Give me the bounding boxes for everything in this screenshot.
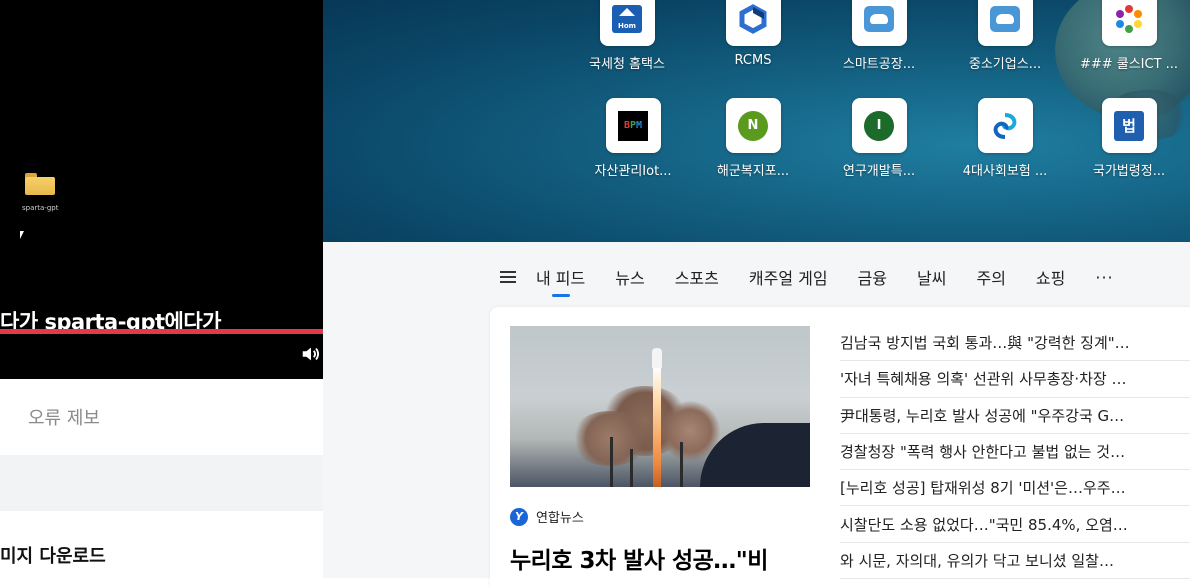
quick-link-cools-ict[interactable]: ### 쿨스ICT ... bbox=[1069, 0, 1189, 72]
tab-caution[interactable]: 주의 bbox=[976, 265, 1005, 289]
quick-link-rnd[interactable]: I 연구개발특... bbox=[819, 98, 939, 179]
tab-casual-games[interactable]: 캐주얼 게임 bbox=[749, 265, 828, 289]
headline-list: 김남국 방지법 국회 통과…與 "강력한 징계"… '자녀 특혜채용 의혹' 선… bbox=[840, 325, 1190, 580]
quick-link-label: 연구개발특... bbox=[842, 164, 916, 179]
news-source[interactable]: Y 연합뉴스 bbox=[510, 507, 584, 526]
tab-my-feed[interactable]: 내 피드 bbox=[536, 265, 585, 297]
cloud-icon bbox=[990, 5, 1020, 32]
hamburger-menu-icon[interactable] bbox=[500, 271, 516, 283]
quick-link-smart-factory[interactable]: 스마트공장... bbox=[819, 0, 939, 72]
i-circle-icon: I bbox=[864, 110, 894, 141]
list-item[interactable]: 경찰청장 "폭력 행사 안한다고 불법 없는 것… bbox=[840, 434, 1190, 471]
hometax-icon: Hom bbox=[612, 4, 642, 33]
more-tabs-button[interactable]: ··· bbox=[1095, 268, 1113, 287]
bpm-icon: BPM bbox=[618, 110, 648, 141]
list-item[interactable]: 시찰단도 소용 없었다…"국민 85.4%, 오염… bbox=[840, 506, 1190, 543]
video-progress-bar[interactable] bbox=[0, 329, 323, 334]
quick-link-rcms[interactable]: RCMS bbox=[693, 0, 813, 68]
news-card: Y 연합뉴스 누리호 3차 발사 성공…"비 김남국 방지법 국회 통과…與 "… bbox=[490, 307, 1190, 587]
yonhap-logo-icon: Y bbox=[510, 507, 528, 526]
list-item[interactable]: 김남국 방지법 국회 통과…與 "강력한 징계"… bbox=[840, 325, 1190, 362]
cloud-icon bbox=[864, 5, 894, 32]
tab-news[interactable]: 뉴스 bbox=[615, 265, 644, 289]
quick-link-label: 중소기업스... bbox=[968, 57, 1042, 72]
source-name: 연합뉴스 bbox=[536, 511, 584, 526]
error-report-link[interactable]: 오류 제보 bbox=[28, 404, 100, 430]
list-item[interactable]: 尹대통령, 누리호 발사 성공에 "우주강국 G… bbox=[840, 398, 1190, 434]
quick-link-label: 4대사회보험 ... bbox=[962, 164, 1048, 179]
feature-headline[interactable]: 누리호 3차 발사 성공…"비 bbox=[510, 541, 768, 575]
quick-link-navy-welfare[interactable]: N 해군복지포... bbox=[693, 98, 813, 179]
swirl-icon bbox=[993, 112, 1017, 139]
feed-nav-bar: 내 피드 뉴스 스포츠 캐주얼 게임 금융 날씨 주의 쇼핑 ··· bbox=[500, 262, 1114, 297]
quick-link-hometax[interactable]: Hom 국세청 홈택스 bbox=[567, 0, 687, 72]
quick-link-label: ### 쿨스ICT ... bbox=[1079, 57, 1179, 72]
color-wheel-icon bbox=[1116, 4, 1142, 33]
quick-link-label: 자산관리Iot... bbox=[594, 164, 672, 179]
quick-link-sme[interactable]: 중소기업스... bbox=[945, 0, 1065, 72]
tab-sports[interactable]: 스포츠 bbox=[675, 265, 719, 289]
list-item[interactable]: '자녀 특혜채용 의혹' 선관위 사무총장·차장 … bbox=[840, 361, 1190, 398]
rocket-launch-image[interactable] bbox=[510, 326, 810, 487]
law-icon: 법 bbox=[1114, 110, 1144, 141]
list-item[interactable]: 와 시문, 자의대, 유의가 닥고 보니셨 일찰… bbox=[840, 543, 1190, 580]
grey-separator bbox=[0, 455, 323, 511]
quick-link-label: 스마트공장... bbox=[842, 57, 916, 72]
tab-shopping[interactable]: 쇼핑 bbox=[1036, 265, 1065, 289]
left-panel: sparta-gpt 다가 sparta-gpt에다가 오류 제보 미지 다운로… bbox=[0, 0, 323, 578]
tab-finance[interactable]: 금융 bbox=[858, 265, 887, 289]
quick-link-social-insurance[interactable]: 4대사회보험 ... bbox=[945, 98, 1065, 179]
rcms-hexagon-icon bbox=[739, 3, 767, 34]
quick-link-label: 해군복지포... bbox=[716, 164, 790, 179]
mouse-cursor-icon bbox=[20, 231, 24, 239]
quick-link-national-law[interactable]: 법 국가법령정... bbox=[1069, 98, 1189, 179]
n-circle-icon: N bbox=[738, 110, 768, 141]
quick-link-label: 국세청 홈택스 bbox=[589, 57, 665, 72]
quick-link-asset-iot[interactable]: BPM 자산관리Iot... bbox=[573, 98, 693, 179]
volume-icon[interactable] bbox=[300, 343, 322, 365]
folder-icon bbox=[25, 173, 55, 195]
quick-link-label: 국가법령정... bbox=[1092, 164, 1166, 179]
desktop-folder-shortcut[interactable]: sparta-gpt bbox=[22, 173, 58, 212]
tab-weather[interactable]: 날씨 bbox=[917, 265, 946, 289]
video-player[interactable]: sparta-gpt 다가 sparta-gpt에다가 bbox=[0, 0, 323, 379]
image-download-heading[interactable]: 미지 다운로드 bbox=[0, 542, 106, 568]
quick-link-label: RCMS bbox=[734, 53, 772, 68]
desktop-icon-label: sparta-gpt bbox=[22, 204, 59, 212]
list-item[interactable]: [누리호 성공] 탑재위성 8기 '미션'은…우주… bbox=[840, 470, 1190, 507]
